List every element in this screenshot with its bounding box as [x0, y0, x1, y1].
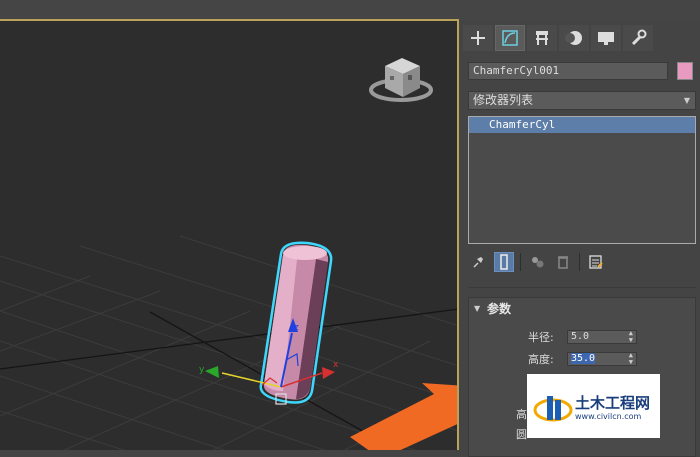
tab-utilities[interactable]: [623, 25, 653, 51]
trash-icon: [558, 256, 568, 269]
watermark-emblem-icon: [533, 396, 573, 422]
modifier-list-label: 修改器列表: [473, 93, 534, 107]
radius-spinner[interactable]: 5.0 ▲ ▼: [567, 330, 637, 344]
object-color-swatch[interactable]: [677, 62, 693, 80]
perspective-viewport[interactable]: y x z: [0, 19, 459, 450]
collapse-triangle-icon: ▼: [474, 304, 481, 313]
pointer-arrow-icon: [350, 383, 457, 450]
tab-modify[interactable]: [495, 25, 525, 51]
tab-create[interactable]: [463, 25, 493, 51]
object-name-field[interactable]: ChamferCyl001: [468, 62, 668, 80]
make-unique-icon: [532, 257, 544, 268]
hierarchy-icon: [536, 31, 548, 45]
modifier-list-dropdown[interactable]: 修改器列表 ▼: [468, 91, 696, 110]
toolbar-separator: [520, 253, 521, 271]
grid-axis-line: [0, 308, 457, 370]
command-panel-tabs: [463, 25, 653, 53]
make-unique-button[interactable]: [527, 252, 547, 272]
tab-display[interactable]: [591, 25, 621, 51]
motion-sphere-icon: [565, 31, 582, 45]
end-result-icon: [500, 254, 508, 270]
wrench-icon: [631, 29, 647, 46]
display-monitor-icon: [598, 32, 614, 45]
partial-label-fillet: 圆: [516, 428, 527, 441]
dropdown-arrow-icon: ▼: [683, 96, 690, 105]
remove-modifier-button[interactable]: [553, 252, 573, 272]
parameters-title: 参数: [487, 302, 512, 316]
radius-label: 半径:: [528, 331, 554, 344]
stack-tools: [468, 251, 606, 273]
viewcube-icon[interactable]: [369, 58, 433, 102]
height-spinner[interactable]: 35.0 ▲ ▼: [567, 352, 637, 366]
watermark-logo: 土木工程网 www.civilcn.com: [527, 374, 660, 438]
axis-y-label: y: [199, 365, 205, 375]
height-label: 高度:: [528, 353, 554, 366]
modifier-stack[interactable]: ChamferCyl: [468, 116, 696, 244]
spinner-arrows-icon[interactable]: ▲ ▼: [629, 352, 633, 366]
partial-label-height-segs: 高: [516, 408, 527, 421]
tab-motion[interactable]: [559, 25, 589, 51]
spinner-arrows-icon[interactable]: ▲ ▼: [629, 330, 633, 344]
pin-icon: [473, 257, 483, 268]
configure-modifier-sets-button[interactable]: [586, 252, 606, 272]
watermark-title: 土木工程网: [575, 394, 651, 412]
top-toolbar: [0, 0, 700, 19]
watermark-url: www.civilcn.com: [575, 412, 642, 421]
stack-item-chamfercyl[interactable]: ChamferCyl: [469, 117, 695, 133]
modify-curve-icon: [502, 30, 518, 46]
parameters-rollout-header[interactable]: ▼ 参数: [469, 298, 695, 320]
toolbar-separator: [579, 253, 580, 271]
panel-divider: [468, 287, 696, 288]
viewport-scene: y x z: [0, 58, 457, 450]
radius-value: 5.0: [571, 331, 590, 342]
configure-sets-icon: [589, 255, 603, 269]
pin-stack-button[interactable]: [468, 252, 488, 272]
axis-x-label: x: [333, 360, 339, 370]
tab-hierarchy[interactable]: [527, 25, 557, 51]
plus-icon: [471, 31, 485, 45]
show-end-result-button[interactable]: [494, 252, 514, 272]
height-value: 35.0: [571, 353, 596, 364]
axis-z-label: z: [294, 323, 299, 333]
